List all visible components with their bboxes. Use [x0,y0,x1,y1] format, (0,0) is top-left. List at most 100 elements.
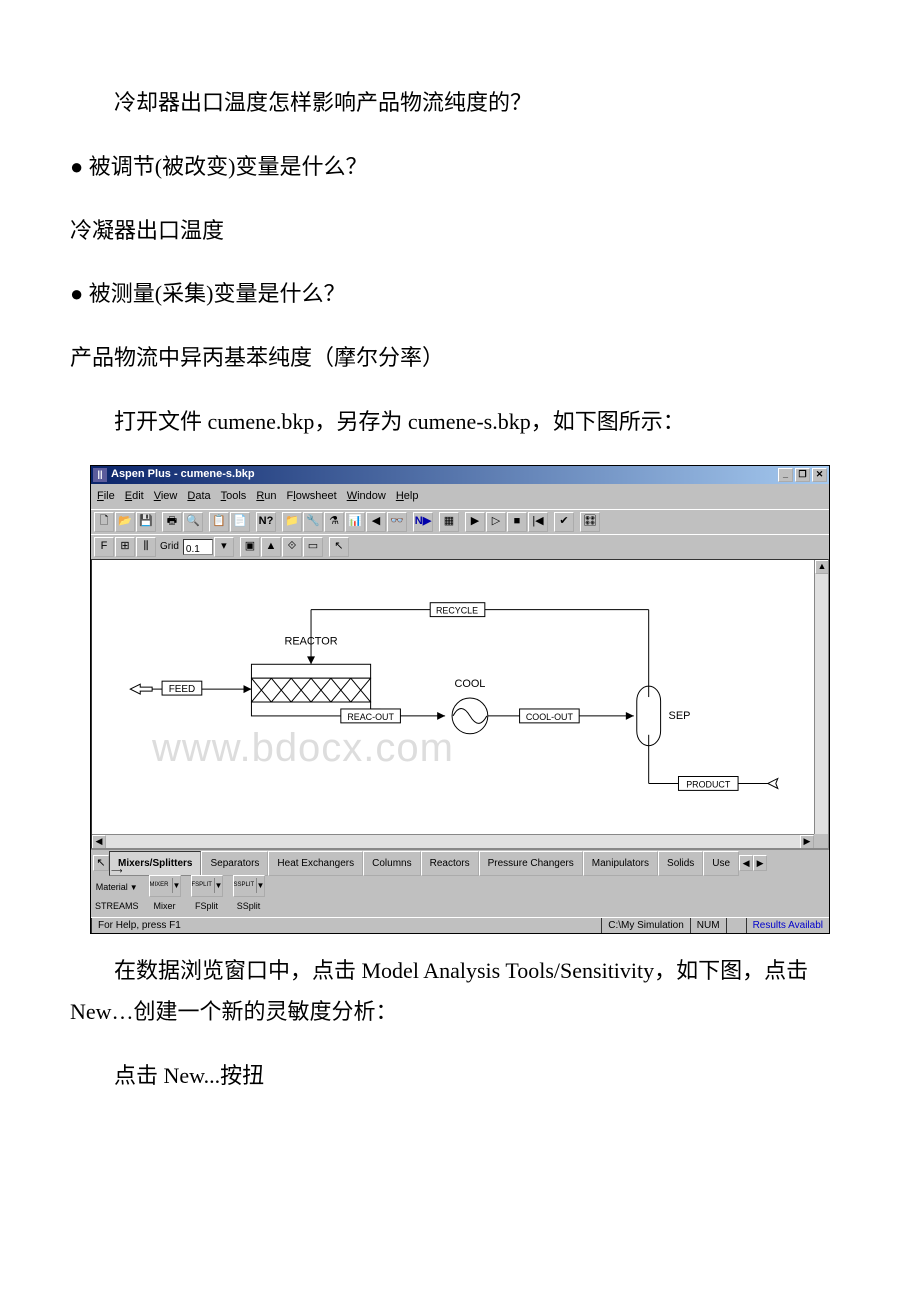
menu-file[interactable]: File [97,486,115,507]
menu-help[interactable]: Help [396,486,419,507]
tool-icon[interactable]: 📁 [282,512,302,532]
ssplit-label: SSplit [237,898,261,915]
palette-ssplit[interactable]: SSPLIT▼ SSplit [233,875,265,915]
new-button[interactable]: 🗋 [94,512,114,532]
palette-mixer[interactable]: MIXER▼ Mixer [149,875,181,915]
preview-button[interactable]: 🔍 [183,512,203,532]
scroll-corner [814,834,828,848]
dropdown-icon[interactable]: ▼ [130,880,138,895]
tab-heat-exchangers[interactable]: Heat Exchangers [268,851,363,876]
dropdown-button[interactable]: ▾ [214,537,234,557]
status-results: Results Availabl [746,918,829,933]
close-button[interactable]: ✕ [812,468,827,482]
status-empty [726,918,746,933]
tool-icon[interactable]: ⚗ [324,512,344,532]
tool-icon[interactable]: ▦ [439,512,459,532]
tool-icon[interactable]: 🔧 [303,512,323,532]
tab-manipulators[interactable]: Manipulators [583,851,658,876]
stream-recycle: RECYCLE [436,605,478,615]
minimize-button[interactable]: _ [778,468,793,482]
run-button[interactable]: ▶ [465,512,485,532]
stop-button[interactable]: ■ [507,512,527,532]
copy-button[interactable]: 📋 [209,512,229,532]
menu-flowsheet[interactable]: Flowsheet [287,486,337,507]
menu-run[interactable]: Run [256,486,276,507]
tab-scroll-right[interactable]: ▶ [753,855,767,871]
menu-data[interactable]: Data [187,486,210,507]
paste-button[interactable]: 📄 [230,512,250,532]
status-num: NUM [690,918,726,933]
open-button[interactable]: 📂 [115,512,135,532]
aspen-plus-window: || Aspen Plus - cumene-s.bkp _ ❐ ✕ File … [90,465,830,934]
menubar: File Edit View Data Tools Run Flowsheet … [91,484,829,509]
stream-product: PRODUCT [686,779,731,789]
tab-scroll-left[interactable]: ◀ [739,855,753,871]
menu-tools[interactable]: Tools [221,486,247,507]
tab-columns[interactable]: Columns [363,851,420,876]
vertical-scrollbar[interactable]: ▲ ▼ [814,560,828,848]
rewind-button[interactable]: |◀ [528,512,548,532]
next-button[interactable]: N▶ [413,512,433,532]
status-help: For Help, press F1 [91,918,601,933]
palette-streams[interactable]: ⟶ Material ▼ STREAMS [95,863,139,914]
menu-view[interactable]: View [154,486,178,507]
paragraph: 打开文件 cumene.bkp，另存为 cumene-s.bkp，如下图所示： [70,401,850,443]
tool-icon[interactable]: ▲ [261,537,281,557]
tool-icon[interactable]: ⫼ [136,537,156,557]
model-library-tabs: ↖ Mixers/Splitters Separators Heat Excha… [91,850,829,877]
print-button[interactable]: 🖶 [162,512,182,532]
streams-label: STREAMS [95,898,139,915]
tool-icon[interactable]: ⊞ [115,537,135,557]
maximize-button[interactable]: ❐ [795,468,810,482]
tab-pressure-changers[interactable]: Pressure Changers [479,851,583,876]
tool-icon[interactable]: ⟐ [282,537,302,557]
grid-label: Grid [157,537,182,556]
tab-separators[interactable]: Separators [201,851,268,876]
help-button[interactable]: N? [256,512,276,532]
tool-icon[interactable]: ▭ [303,537,323,557]
grid-input[interactable]: 0.1 [183,539,213,555]
menu-window[interactable]: Window [347,486,386,507]
dropdown-icon[interactable]: ▼ [214,878,222,893]
scroll-up-icon[interactable]: ▲ [815,560,829,574]
status-path: C:\My Simulation [601,918,690,933]
mixer-label: Mixer [154,898,176,915]
watermark: www.bdocx.com [152,710,454,786]
tool-icon[interactable]: 📊 [345,512,365,532]
control-panel-button[interactable]: 🎛 [580,512,600,532]
pointer-button[interactable]: ↖ [329,537,349,557]
tab-user[interactable]: Use [703,851,739,876]
dropdown-icon[interactable]: ▼ [256,878,264,893]
paragraph: 点击 New...按扭 [70,1055,850,1097]
check-button[interactable]: ✔ [554,512,574,532]
window-title: Aspen Plus - cumene-s.bkp [111,464,255,485]
horizontal-scrollbar[interactable]: ◀ ▶ [92,834,814,848]
tool-icon[interactable]: 👓 [387,512,407,532]
paragraph: 冷凝器出口温度 [70,210,850,252]
flowsheet-canvas[interactable]: www.bdocx.com FEED REACTOR [91,559,829,849]
app-icon: || [93,468,107,482]
paragraph: 冷却器出口温度怎样影响产品物流纯度的？ [70,82,850,124]
tab-reactors[interactable]: Reactors [421,851,479,876]
fsplit-label: FSplit [195,898,218,915]
menu-edit[interactable]: Edit [125,486,144,507]
block-cool-label: COOL [454,678,485,690]
statusbar: For Help, press F1 C:\My Simulation NUM … [91,917,829,933]
tool-icon[interactable]: ▣ [240,537,260,557]
save-button[interactable]: 💾 [136,512,156,532]
stream-feed: FEED [169,684,195,695]
stream-cool-out: COOL-OUT [526,712,574,722]
toolbar-grid: F ⊞ ⫼ Grid 0.1 ▾ ▣ ▲ ⟐ ▭ ↖ [91,534,829,559]
tool-icon[interactable]: ◀ [366,512,386,532]
tab-solids[interactable]: Solids [658,851,703,876]
scroll-right-icon[interactable]: ▶ [800,835,814,849]
model-palette: ⟶ Material ▼ STREAMS MIXER▼ Mixer FSPLIT… [91,877,829,917]
paragraph: 在数据浏览窗口中，点击 Model Analysis Tools/Sensiti… [70,950,850,1034]
dropdown-icon[interactable]: ▼ [172,878,180,893]
scroll-left-icon[interactable]: ◀ [92,835,106,849]
paragraph: ● 被调节(被改变)变量是什么？ [70,146,850,188]
step-button[interactable]: ▷ [486,512,506,532]
tool-icon[interactable]: F [94,537,114,557]
block-sep-label: SEP [669,710,691,722]
palette-fsplit[interactable]: FSPLIT▼ FSplit [191,875,223,915]
